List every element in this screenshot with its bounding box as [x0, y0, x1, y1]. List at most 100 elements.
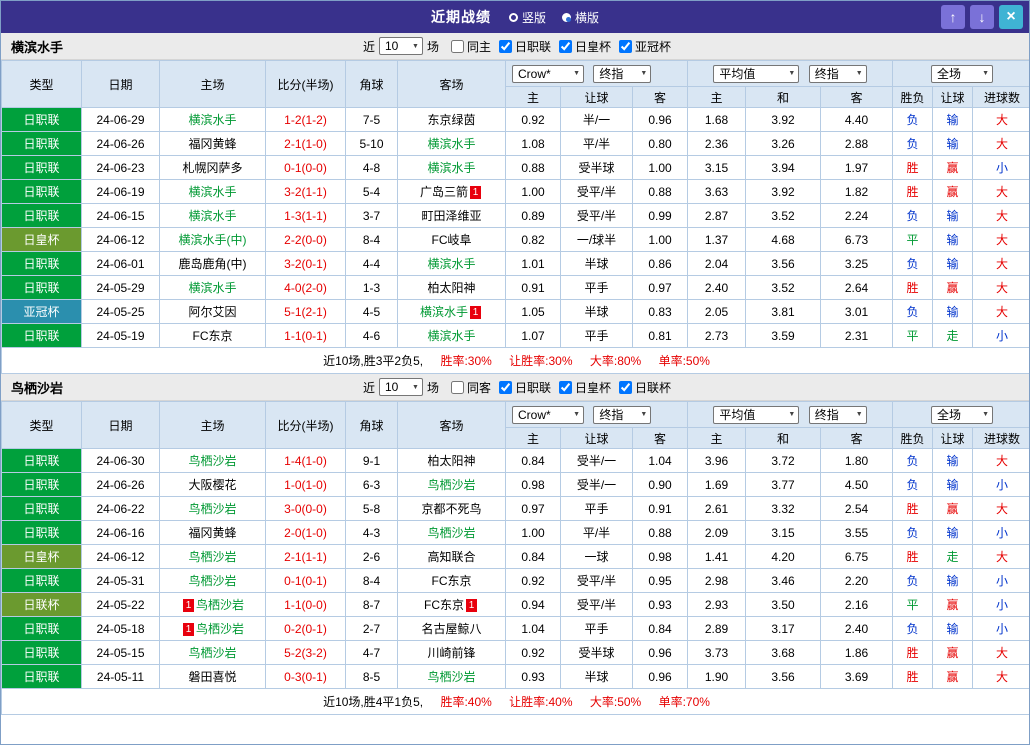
match-count-select[interactable]: 10 ▼ [378, 378, 423, 396]
odds-source-select[interactable]: Crow* ▼ [512, 64, 584, 83]
league-filter-emperor-cup[interactable]: 日皇杯 [559, 38, 611, 55]
chevron-down-icon: ▼ [982, 411, 990, 418]
avg-odds-select[interactable]: 平均值 ▼ [713, 405, 800, 424]
home-team: 横滨水手 [159, 179, 266, 204]
league-filter-emperor-cup[interactable]: 日皇杯 [559, 379, 611, 396]
odds-away: 0.80 [632, 131, 688, 156]
avg-draw-odds: 4.20 [745, 544, 821, 569]
match-type-badge: 日职联 [1, 323, 82, 348]
corner-score: 4-6 [345, 323, 398, 348]
team-name: 町田泽维亚 [421, 209, 482, 223]
record-text: 近10场,胜3平2负5, [323, 354, 424, 368]
goals-result-cell: 小 [972, 616, 1029, 641]
league-filter-league-cup[interactable]: 日联杯 [619, 379, 671, 396]
handicap-win-rate: 让胜率:40% [509, 695, 573, 709]
match-count-select[interactable]: 10 ▼ [378, 37, 423, 55]
handicap-line: 半球 [560, 664, 633, 689]
close-icon[interactable]: × [999, 5, 1023, 29]
avg-final-select[interactable]: 终指 ▼ [808, 405, 867, 424]
checkbox-label: 同主 [466, 39, 491, 54]
goals-result-cell: 大 [972, 131, 1029, 156]
team-name: FC岐阜 [431, 233, 472, 247]
team-name: 鸟栖沙岩 [188, 454, 237, 468]
same-venue-filter[interactable]: 同客 [450, 379, 491, 396]
match-score: 1-2(1-2) [265, 107, 346, 132]
avg-away-odds: 2.16 [819, 592, 894, 617]
match-type-badge: 日职联 [1, 448, 82, 473]
avg-away-odds: 6.73 [819, 227, 894, 252]
home-team: 阿尔艾因 [159, 299, 266, 324]
team-name: 横滨水手 [188, 281, 237, 295]
section-team-name: 鸟栖沙岩 [11, 380, 64, 396]
handicap-result-cell: 输 [932, 107, 974, 132]
scope-select[interactable]: 全场 ▼ [931, 64, 994, 83]
match-date: 24-05-18 [81, 616, 160, 641]
checkbox-label: 同客 [466, 380, 491, 395]
col-handicap: 让球 [560, 86, 633, 108]
league-checkbox[interactable] [559, 380, 573, 394]
radio-circle-icon [508, 12, 518, 22]
same-venue-checkbox[interactable] [450, 380, 464, 394]
move-down-button[interactable]: ↓ [970, 5, 994, 29]
filter-bar: 近 10 ▼ 场 同客 日职联 日皇杯 日联杯 [359, 378, 671, 396]
avg-odds-select[interactable]: 平均值 ▼ [713, 64, 800, 83]
league-filter-j1[interactable]: 日职联 [499, 379, 551, 396]
col-odds-away: 客 [632, 427, 688, 449]
odds-away: 1.00 [632, 227, 688, 252]
match-date: 24-05-15 [81, 640, 160, 665]
match-row: 日职联 24-06-22 鸟栖沙岩 3-0(0-0) 5-8 京都不死鸟 0.97 平手 0.9… [1, 496, 1029, 521]
avg-final-select[interactable]: 终指 ▼ [808, 64, 867, 83]
handicap-result-cell: 赢 [932, 155, 974, 180]
col-avg-home: 主 [687, 86, 746, 108]
odds-away: 0.84 [632, 616, 688, 641]
select-value: 终指 [599, 67, 624, 81]
move-up-button[interactable]: ↑ [941, 5, 965, 29]
league-checkbox[interactable] [619, 380, 633, 394]
result-cell: 平 [892, 227, 934, 252]
match-row: 日职联 24-06-16 福冈黄蜂 2-0(1-0) 4-3 鸟栖沙岩 1.00 平/半 0.8… [1, 520, 1029, 545]
goals-result-cell: 小 [972, 520, 1029, 545]
handicap-result-cell: 赢 [932, 592, 974, 617]
col-result: 胜负 [892, 86, 934, 108]
select-value: 10 [384, 380, 399, 394]
select-value: Crow* [518, 66, 551, 81]
odds-final-select[interactable]: 终指 ▼ [593, 405, 652, 424]
col-type: 类型 [1, 401, 82, 449]
home-team: 鸟栖沙岩 [159, 544, 266, 569]
odds-home: 0.88 [505, 155, 561, 180]
league-checkbox[interactable] [559, 39, 573, 53]
league-checkbox[interactable] [499, 380, 512, 394]
match-row: 日职联 24-06-19 横滨水手 3-2(1-1) 5-4 广岛三箭 1 1.00 受平/半 0… [1, 179, 1029, 204]
match-type-badge: 日职联 [1, 179, 82, 204]
odds-home: 0.84 [505, 448, 561, 473]
odds-away: 0.86 [632, 251, 688, 276]
radio-horizontal-layout[interactable]: 横版 [562, 9, 599, 26]
league-filter-acl[interactable]: 亚冠杯 [619, 38, 671, 55]
league-filter-j1[interactable]: 日职联 [499, 38, 551, 55]
handicap-line: 受平/半 [560, 179, 633, 204]
same-venue-checkbox[interactable] [450, 39, 464, 53]
avg-draw-odds: 3.56 [745, 664, 821, 689]
near-label: 近 [362, 380, 375, 395]
team-name: 横滨水手 [427, 329, 476, 343]
team-name: 横滨水手 [427, 137, 476, 151]
radio-vertical-layout[interactable]: 竖版 [508, 9, 546, 26]
league-checkbox[interactable] [619, 39, 633, 53]
avg-draw-odds: 3.72 [745, 448, 821, 473]
home-team: 鹿岛鹿角(中) [159, 251, 266, 276]
same-venue-filter[interactable]: 同主 [450, 38, 491, 55]
avg-draw-odds: 3.52 [745, 203, 821, 228]
odds-home: 0.84 [505, 544, 561, 569]
odds-final-select[interactable]: 终指 ▼ [593, 64, 652, 83]
scope-select[interactable]: 全场 ▼ [931, 405, 994, 424]
handicap-result-cell: 输 [932, 448, 974, 473]
avg-draw-odds: 3.32 [745, 496, 821, 521]
league-checkbox[interactable] [499, 39, 512, 53]
odds-source-select[interactable]: Crow* ▼ [512, 405, 584, 424]
home-team: 鸟栖沙岩 [159, 640, 266, 665]
match-type-badge: 日职联 [1, 251, 82, 276]
result-cell: 负 [892, 203, 934, 228]
team-name: 鹿岛鹿角(中) [178, 257, 247, 271]
result-cell: 胜 [892, 640, 934, 665]
avg-draw-odds: 3.50 [745, 592, 821, 617]
